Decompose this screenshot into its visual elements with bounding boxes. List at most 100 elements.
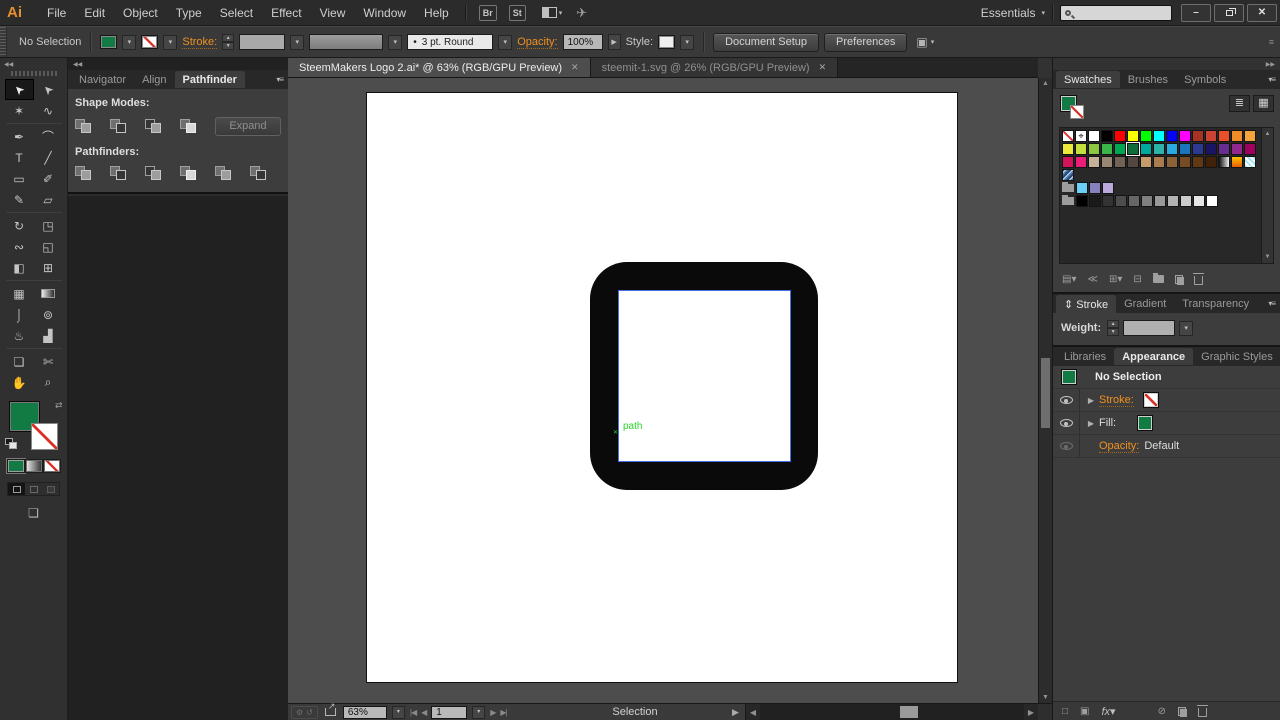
direct-selection-tool[interactable]: ➤ — [34, 79, 63, 100]
perspective-grid-tool[interactable]: ⊞ — [34, 257, 63, 278]
swatch-libraries-menu-icon[interactable]: ▤▾ — [1062, 274, 1076, 285]
swatch[interactable] — [1102, 182, 1114, 194]
eye-icon[interactable] — [1059, 419, 1073, 427]
hand-tool[interactable]: ✋ — [5, 372, 34, 393]
swatch[interactable] — [1076, 195, 1088, 207]
zoom-dropdown-icon[interactable]: ▾ — [391, 705, 405, 719]
menu-window[interactable]: Window — [354, 6, 415, 20]
symbol-sprayer-tool[interactable]: ♨ — [5, 325, 34, 346]
stroke-weight-dropdown-icon[interactable]: ▾ — [290, 34, 305, 50]
tab-appearance[interactable]: Appearance — [1114, 348, 1194, 365]
horizontal-scroll-track[interactable] — [760, 704, 1024, 720]
zoom-level-field[interactable]: 63% — [342, 705, 387, 719]
gradient-tool[interactable] — [34, 283, 63, 304]
line-segment-tool[interactable]: ╱ — [34, 147, 63, 168]
swatch[interactable] — [1141, 195, 1153, 207]
mesh-tool[interactable]: ▦ — [5, 283, 34, 304]
opacity-arrow-icon[interactable]: ▶ — [607, 34, 621, 50]
tab-gradient[interactable]: Gradient — [1116, 295, 1174, 312]
blend-tool[interactable]: ⊚ — [34, 304, 63, 325]
grid-view-icon[interactable]: ▦ — [1253, 95, 1274, 112]
swatch[interactable] — [1153, 156, 1165, 168]
canvas-pasteboard[interactable]: path ✕ — [288, 78, 1038, 703]
swatch[interactable] — [1244, 130, 1256, 142]
pathfinder-crop-icon[interactable] — [180, 166, 198, 181]
workspace-switcher[interactable]: Essentials ▾ — [981, 6, 1045, 20]
swatch[interactable] — [1244, 143, 1256, 155]
stroke-panel-link[interactable]: Stroke: — [182, 36, 218, 49]
color-group-folder-icon[interactable] — [1062, 195, 1075, 207]
swatch[interactable] — [1128, 195, 1140, 207]
delete-item-icon[interactable] — [1196, 705, 1208, 717]
first-artboard-button[interactable]: |◀ — [410, 708, 417, 717]
swatch-registration[interactable]: ⌖ — [1075, 130, 1087, 142]
menu-edit[interactable]: Edit — [75, 6, 114, 20]
scroll-down-icon[interactable]: ▼ — [1265, 254, 1271, 260]
stroke-none-swatch[interactable] — [1142, 392, 1159, 408]
swatch[interactable] — [1231, 130, 1243, 142]
swatch[interactable] — [1192, 130, 1204, 142]
swatch[interactable] — [1102, 195, 1114, 207]
visibility-cell[interactable] — [1053, 389, 1080, 411]
next-artboard-button[interactable]: ▶ — [490, 708, 496, 717]
tab-navigator[interactable]: Navigator — [71, 71, 134, 88]
menu-file[interactable]: File — [38, 6, 75, 20]
swatch[interactable] — [1076, 182, 1088, 194]
expander-icon[interactable]: ▶ — [1083, 396, 1099, 405]
color-button[interactable] — [6, 459, 25, 473]
eraser-tool[interactable]: ▱ — [34, 189, 63, 210]
type-tool[interactable]: T — [5, 147, 34, 168]
fill-attribute-label[interactable]: Fill: — [1099, 417, 1116, 429]
scroll-down-icon[interactable]: ▼ — [1042, 694, 1049, 701]
swatch[interactable] — [1231, 143, 1243, 155]
spin-up-icon[interactable]: ▲ — [1107, 320, 1120, 328]
collapse-dock-icon[interactable]: ▶▶ — [1266, 61, 1275, 68]
status-expand-icon[interactable]: ▶ — [732, 707, 739, 718]
swatch[interactable] — [1088, 156, 1100, 168]
swatch[interactable] — [1114, 130, 1126, 142]
shape-mode-intersect-icon[interactable] — [145, 119, 163, 134]
vertical-scrollbar[interactable]: ▲ ▼ — [1038, 78, 1052, 703]
fill-dropdown-icon[interactable]: ▾ — [122, 34, 137, 50]
curvature-tool[interactable]: ⌒ — [34, 126, 63, 147]
vertical-scroll-thumb[interactable] — [1041, 358, 1050, 428]
color-group-folder-icon[interactable] — [1062, 182, 1075, 194]
shape-mode-unite-icon[interactable] — [75, 119, 93, 134]
swatch[interactable] — [1206, 195, 1218, 207]
stroke-attribute-link[interactable]: Stroke: — [1099, 394, 1134, 407]
tab-align[interactable]: Align — [134, 71, 174, 88]
weight-stepper[interactable]: ▲ ▼ — [1107, 320, 1120, 336]
swatch[interactable] — [1193, 195, 1205, 207]
bridge-button[interactable]: Br — [478, 4, 497, 21]
search-box[interactable] — [1060, 4, 1172, 21]
pathfinder-trim-icon[interactable] — [110, 166, 128, 181]
screen-mode-button[interactable]: ❏ — [28, 506, 39, 520]
swatch[interactable] — [1089, 182, 1101, 194]
swap-fill-stroke-icon[interactable]: ⇄ — [55, 400, 63, 411]
column-graph-tool[interactable]: ▟ — [34, 325, 63, 346]
canvas-tools-toggle[interactable]: ⚙ ↺ — [291, 705, 318, 719]
swatch[interactable] — [1101, 130, 1113, 142]
fill-color-swatch[interactable] — [100, 35, 118, 49]
tab-symbols[interactable]: Symbols — [1176, 71, 1234, 88]
appearance-opacity-row[interactable]: Opacity: Default — [1053, 435, 1280, 458]
swatch[interactable] — [1140, 156, 1152, 168]
swatch[interactable] — [1127, 156, 1139, 168]
last-artboard-button[interactable]: ▶| — [500, 708, 507, 717]
shape-mode-minus-front-icon[interactable] — [110, 119, 128, 134]
weight-dropdown-icon[interactable]: ▾ — [1179, 320, 1194, 336]
scroll-left-icon[interactable]: ◀ — [746, 708, 760, 717]
chevron-down-icon[interactable]: ▾ — [559, 9, 563, 17]
swatch-gradient[interactable] — [1218, 156, 1230, 168]
none-button[interactable] — [42, 459, 61, 473]
swatches-scrollbar[interactable]: ▲ ▼ — [1261, 128, 1273, 263]
panel-menu-icon[interactable]: ▾≡ — [1268, 299, 1280, 308]
close-tab-icon[interactable]: ✕ — [571, 62, 579, 73]
artboard-tool[interactable]: ❏ — [5, 351, 34, 372]
list-view-icon[interactable]: ≣ — [1229, 95, 1250, 112]
collapse-panel-icon[interactable]: ◀◀ — [0, 58, 17, 69]
add-new-stroke-icon[interactable]: □ — [1062, 706, 1068, 717]
zoom-tool[interactable]: ⌕ — [34, 372, 63, 393]
expander-icon[interactable]: ▶ — [1083, 419, 1099, 428]
document-setup-button[interactable]: Document Setup — [713, 32, 820, 52]
